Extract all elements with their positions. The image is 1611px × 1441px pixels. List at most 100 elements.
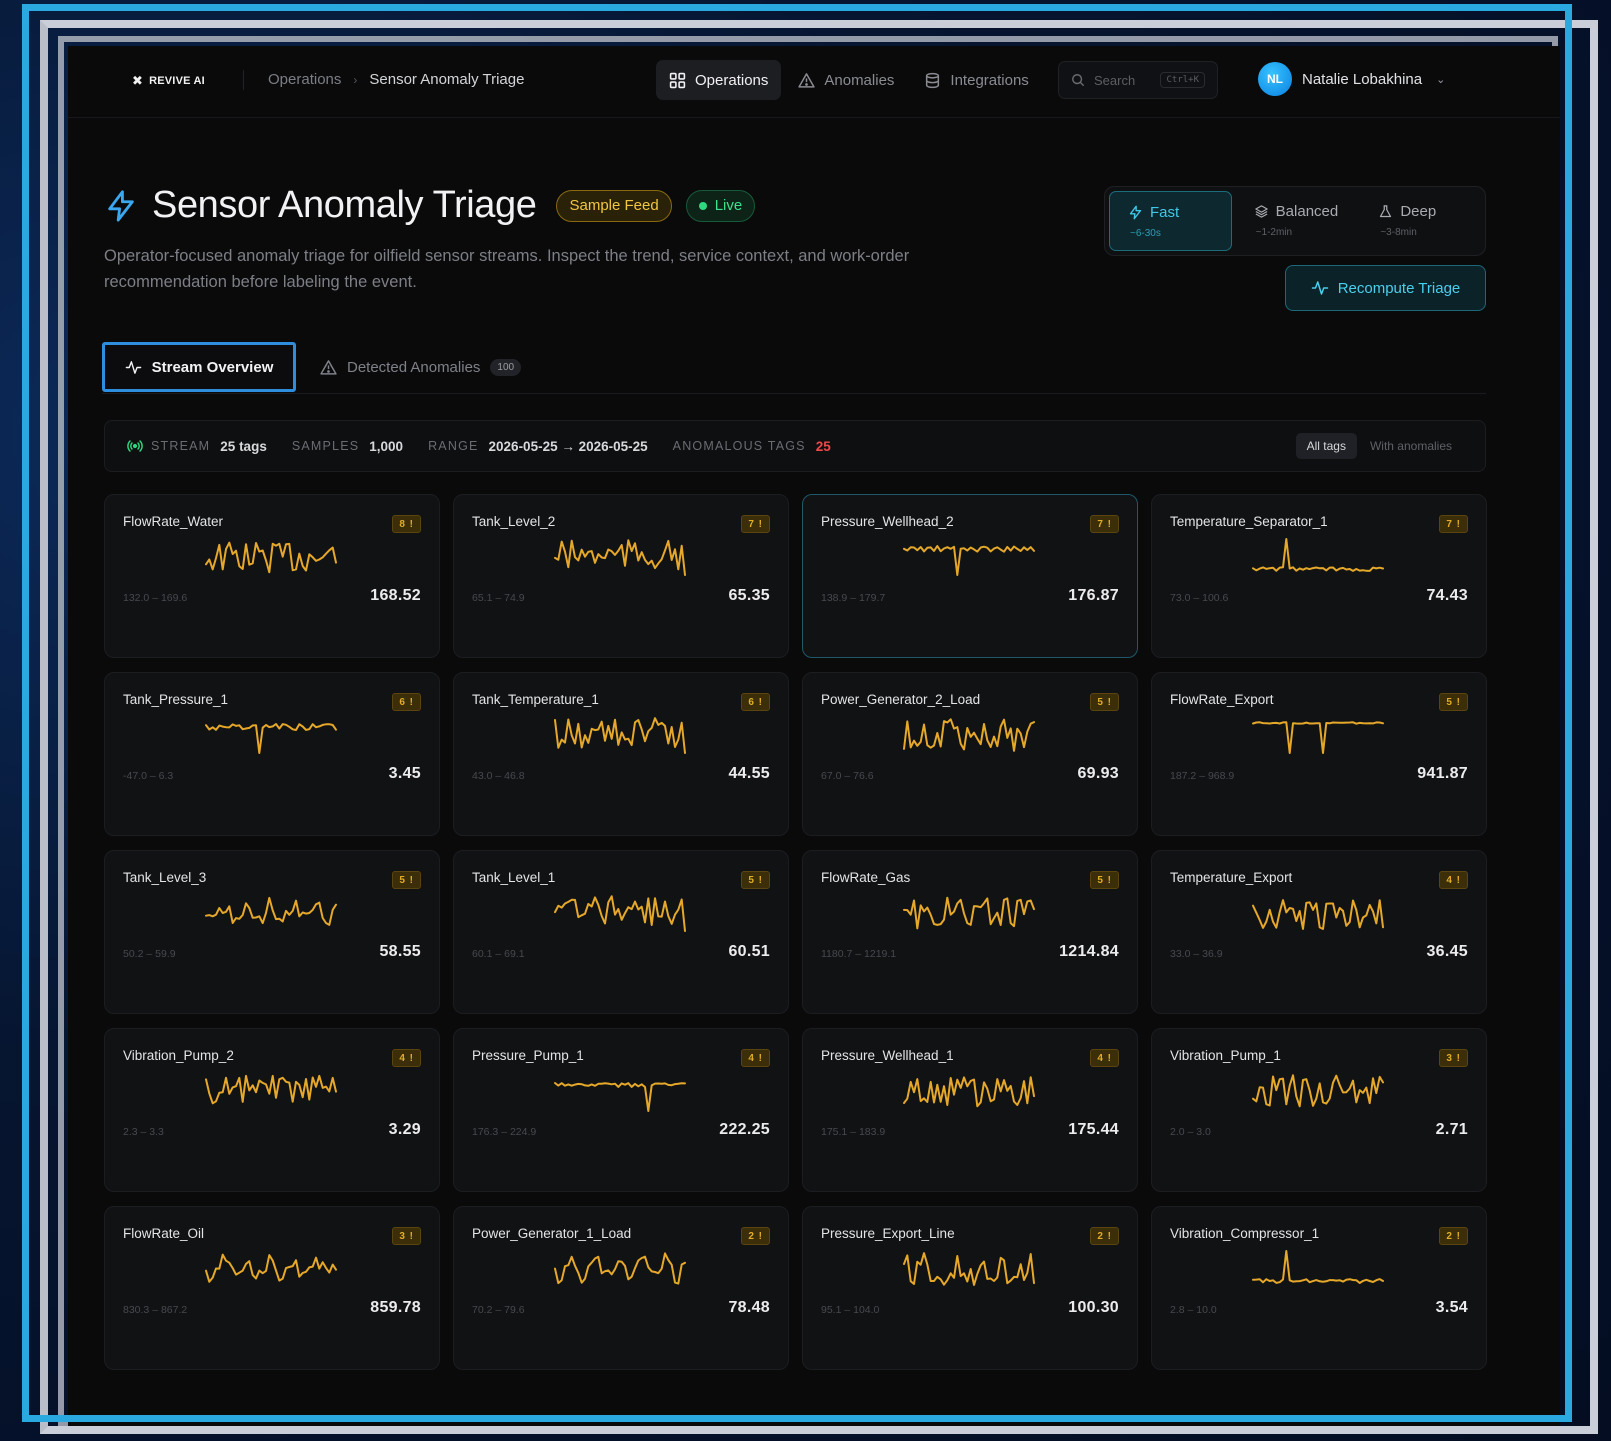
sparkline — [903, 545, 1035, 576]
filter-all-tags[interactable]: All tags — [1295, 433, 1357, 459]
sparkline-series — [205, 896, 337, 926]
sensor-card[interactable]: Pressure_Pump_1 4 ! 176.3 – 224.9 222.25 — [453, 1028, 789, 1192]
sensor-name: Vibration_Pump_2 — [123, 1048, 234, 1063]
avatar: NL — [1258, 62, 1292, 96]
sparkline-series — [205, 541, 337, 574]
sparkline — [903, 1252, 1035, 1286]
sensor-card[interactable]: Tank_Level_1 5 ! 60.1 – 69.1 60.51 — [453, 850, 789, 1014]
sensor-card[interactable]: Tank_Level_3 5 ! 50.2 – 59.9 58.55 — [104, 850, 440, 1014]
stream-stats-bar: STREAM 25 tags SAMPLES 1,000 RANGE 2026-… — [104, 420, 1486, 472]
sensor-name: Pressure_Wellhead_1 — [821, 1048, 954, 1063]
sparkline — [205, 1074, 337, 1105]
user-name: Natalie Lobakhina — [1302, 70, 1423, 88]
sensor-value: 69.93 — [1077, 765, 1119, 782]
sparkline — [205, 723, 337, 754]
sensor-range: 70.2 – 79.6 — [472, 1304, 525, 1316]
sensor-value: 78.48 — [728, 1299, 770, 1316]
triage-mode-selector: Fast ~6-30s Balanced ~1-2min Deep ~3-8mi… — [1104, 186, 1486, 256]
layers-icon — [1254, 205, 1268, 218]
sparkline-series — [1252, 1074, 1384, 1108]
sparkline — [903, 896, 1035, 930]
sensor-value: 3.45 — [388, 765, 421, 782]
sensor-value: 859.78 — [370, 1299, 421, 1316]
recompute-triage-button[interactable]: Recompute Triage — [1285, 265, 1486, 311]
anomaly-count-badge: 5 ! — [392, 871, 421, 889]
search-input[interactable]: Search Ctrl+K — [1058, 61, 1218, 99]
sensor-name: Tank_Temperature_1 — [472, 692, 599, 707]
sensor-card[interactable]: Temperature_Export 4 ! 33.0 – 36.9 36.45 — [1151, 850, 1487, 1014]
sparkline — [205, 1253, 337, 1283]
anomaly-count-badge: 2 ! — [1439, 1227, 1468, 1245]
sensor-card[interactable]: Vibration_Pump_2 4 ! 2.3 – 3.3 3.29 — [104, 1028, 440, 1192]
sensor-card[interactable]: FlowRate_Gas 5 ! 1180.7 – 1219.1 1214.84 — [802, 850, 1138, 1014]
sensor-value: 941.87 — [1417, 765, 1468, 782]
mode-deep-label: Deep — [1400, 203, 1437, 220]
mode-balanced-time: ~1-2min — [1255, 227, 1293, 238]
mode-fast-label: Fast — [1150, 204, 1180, 221]
sparkline — [554, 1252, 686, 1285]
sensor-card[interactable]: Pressure_Wellhead_1 4 ! 175.1 – 183.9 175.4… — [802, 1028, 1138, 1192]
warning-triangle-icon — [798, 72, 816, 88]
search-placeholder: Search — [1094, 72, 1136, 88]
sensor-card[interactable]: Power_Generator_2_Load 5 ! 67.0 – 76.6 69.9… — [802, 672, 1138, 836]
sensor-name: Pressure_Wellhead_2 — [821, 514, 954, 529]
nav-integrations[interactable]: Integrations — [911, 60, 1041, 100]
brand-logo[interactable]: ✖ REVIVE AI — [132, 73, 205, 89]
nav-operations[interactable]: Operations — [656, 60, 782, 100]
sensor-card[interactable]: Pressure_Wellhead_2 7 ! 138.9 – 179.7 176.8… — [802, 494, 1138, 658]
filter-with-anomalies[interactable]: With anomalies — [1359, 433, 1463, 459]
sparkline — [554, 1082, 686, 1112]
sparkline-series — [554, 895, 686, 932]
anomaly-count-badge: 5 ! — [1090, 693, 1119, 711]
nav-operations-label: Operations — [695, 71, 769, 89]
nav-anomalies[interactable]: Anomalies — [785, 60, 907, 100]
anomaly-count-badge: 7 ! — [1090, 515, 1119, 533]
sensor-card[interactable]: Vibration_Pump_1 3 ! 2.0 – 3.0 2.71 — [1151, 1028, 1487, 1192]
tab-stream-overview-label: Stream Overview — [151, 358, 274, 376]
sensor-name: Vibration_Pump_1 — [1170, 1048, 1281, 1063]
mode-fast-time: ~6-30s — [1130, 228, 1161, 239]
sparkline-series — [1252, 1250, 1384, 1284]
anomaly-count-badge: 3 ! — [1439, 1049, 1468, 1067]
top-bar: ✖ REVIVE AI Operations › Sensor Anomaly … — [68, 46, 1560, 118]
sensor-card[interactable]: Pressure_Export_Line 2 ! 95.1 – 104.0 100.3… — [802, 1206, 1138, 1370]
sensor-card[interactable]: Tank_Level_2 7 ! 65.1 – 74.9 65.35 — [453, 494, 789, 658]
sensor-card[interactable]: Tank_Pressure_1 6 ! -47.0 – 6.3 3.45 — [104, 672, 440, 836]
tab-stream-overview[interactable]: Stream Overview — [102, 342, 296, 392]
sparkline — [1252, 1250, 1384, 1284]
sensor-card[interactable]: Vibration_Compressor_1 2 ! 2.8 – 10.0 3.54 — [1151, 1206, 1487, 1370]
sensor-card[interactable]: Tank_Temperature_1 6 ! 43.0 – 46.8 44.55 — [453, 672, 789, 836]
sensor-card[interactable]: Temperature_Separator_1 7 ! 73.0 – 100.6 74… — [1151, 494, 1487, 658]
sensor-name: FlowRate_Export — [1170, 692, 1274, 707]
activity-icon — [1311, 281, 1328, 295]
mode-fast[interactable]: Fast ~6-30s — [1109, 191, 1232, 251]
sparkline-series — [554, 717, 686, 754]
anomaly-count-badge: 7 ! — [741, 515, 770, 533]
user-menu[interactable]: NL Natalie Lobakhina ⌄ — [1258, 62, 1445, 96]
sensor-name: FlowRate_Oil — [123, 1226, 205, 1241]
mode-deep[interactable]: Deep ~3-8min — [1360, 191, 1481, 251]
sensor-card[interactable]: Power_Generator_1_Load 2 ! 70.2 – 79.6 78.4… — [453, 1206, 789, 1370]
tab-detected-anomalies[interactable]: Detected Anomalies 100 — [320, 342, 522, 392]
anomaly-count-badge: 5 ! — [1090, 871, 1119, 889]
sensor-card[interactable]: FlowRate_Water 8 ! 132.0 – 169.6 168.52 — [104, 494, 440, 658]
sensor-range: 2.3 – 3.3 — [123, 1126, 164, 1138]
anomaly-count-badge: 6 ! — [392, 693, 421, 711]
sparkline-series — [205, 1253, 337, 1283]
sensor-value: 58.55 — [379, 943, 421, 960]
sensor-range: 60.1 – 69.1 — [472, 948, 525, 960]
anomaly-count-badge: 5 ! — [741, 871, 770, 889]
sensor-range: 65.1 – 74.9 — [472, 592, 525, 604]
breadcrumb: Operations › Sensor Anomaly Triage — [268, 71, 524, 88]
sensor-range: 2.8 – 10.0 — [1170, 1304, 1217, 1316]
sensor-name: Pressure_Pump_1 — [472, 1048, 584, 1063]
mode-balanced[interactable]: Balanced ~1-2min — [1236, 191, 1357, 251]
sensor-name: Temperature_Separator_1 — [1170, 514, 1328, 529]
breadcrumb-operations[interactable]: Operations — [268, 71, 341, 88]
sensor-card[interactable]: FlowRate_Export 5 ! 187.2 – 968.9 941.87 — [1151, 672, 1487, 836]
sensor-card[interactable]: FlowRate_Oil 3 ! 830.3 – 867.2 859.78 — [104, 1206, 440, 1370]
stat-anomalous-label: ANOMALOUS TAGS — [672, 439, 806, 453]
sparkline-series — [903, 545, 1035, 576]
anomaly-count-badge: 4 ! — [1439, 871, 1468, 889]
sensor-range: 43.0 – 46.8 — [472, 770, 525, 782]
